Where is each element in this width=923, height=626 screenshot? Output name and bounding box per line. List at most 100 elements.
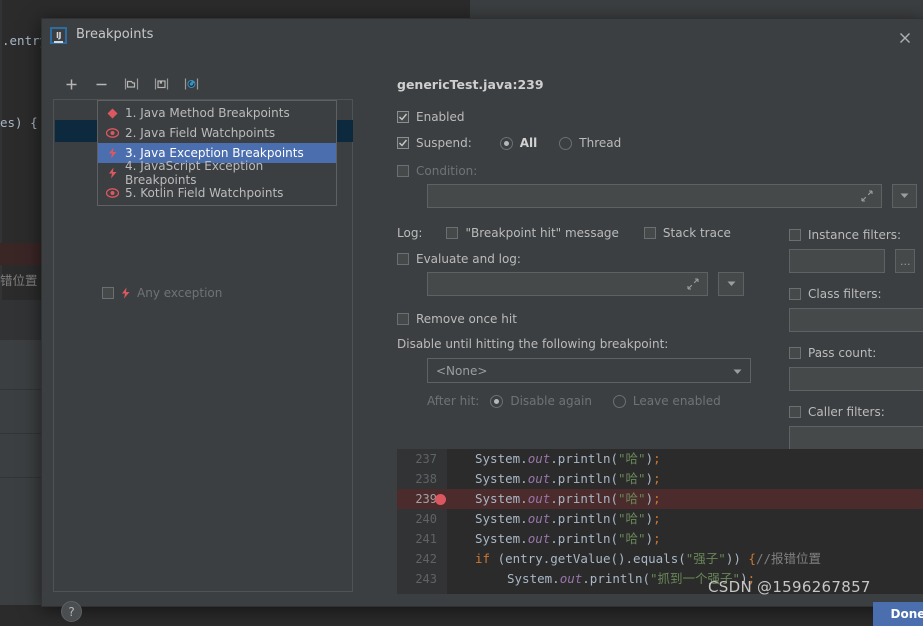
evaluate-log-checkbox[interactable] [397,253,409,265]
after-hit-leave-radio[interactable] [612,394,626,408]
breakpoints-toolbar [58,71,368,97]
evaluate-log-input[interactable] [427,272,708,296]
menu-item-label: 3. Java Exception Breakpoints [125,146,304,160]
condition-checkbox[interactable] [397,165,409,177]
breakpoint-type-popup-menu[interactable]: 1. Java Method Breakpoints 2. Java Field … [97,100,337,206]
add-breakpoint-button[interactable] [58,72,84,96]
instance-filters-label: Instance filters: [808,228,902,242]
code-line[interactable]: 240 System.out.println("哈"); [397,509,923,529]
breakpoints-dialog: IJ Breakpoints Any exception 1. Java Met… [41,18,923,626]
code-line-text: System.out.println("哈"); [475,511,661,526]
code-line[interactable]: 242 if (entry.getValue().equals("强子")) {/… [397,549,923,569]
disable-until-combobox[interactable]: <None> [427,358,751,383]
instance-filters-input[interactable] [789,249,886,273]
log-message-checkbox[interactable] [446,227,459,239]
expand-icon[interactable] [861,190,873,205]
code-line-number: 237 [415,452,437,466]
code-line-text: System.out.println("哈"); [475,471,661,486]
watermark: CSDN @1596267857 [708,578,871,596]
done-button[interactable]: Done [873,602,923,626]
after-hit-label: After hit: [427,394,480,408]
suspend-row[interactable]: Suspend: All Thread [397,136,917,150]
background-code-fragment: 错位置 [0,273,38,288]
instance-filters-checkbox[interactable] [789,229,801,241]
breakpoint-dot-icon[interactable] [435,494,446,505]
caller-filters-input[interactable] [789,426,923,450]
breakpoint-title: genericTest.java:239 [397,77,544,92]
caller-filters-checkbox[interactable] [789,406,801,418]
restore-breakpoints-button[interactable] [178,72,204,96]
menu-item-label: 2. Java Field Watchpoints [125,126,276,140]
code-line-number: 242 [415,552,437,566]
suspend-label: Suspend: [416,136,472,150]
pass-count-label: Pass count: [808,346,877,360]
help-button[interactable]: ? [61,601,82,622]
eye-icon [106,187,119,200]
lightning-icon [106,147,119,160]
eye-icon [106,127,119,140]
pass-count-field-row [789,367,923,391]
log-label: Log: [397,226,423,240]
after-hit-leave-label: Leave enabled [632,394,721,408]
any-exception-checkbox[interactable] [102,287,114,299]
enabled-checkbox[interactable] [397,111,409,123]
code-line[interactable]: 237 System.out.println("哈"); [397,449,923,469]
filters-column: Instance filters: ... Class filters: Pas… [789,228,923,450]
close-icon[interactable] [896,29,914,47]
evaluate-log-history-button[interactable] [718,272,744,296]
class-filters-checkbox[interactable] [789,288,801,300]
suspend-checkbox[interactable] [397,137,409,149]
suspend-all-radio[interactable] [499,136,513,150]
class-filters-field-row [789,308,923,332]
remove-once-hit-checkbox[interactable] [397,313,409,325]
code-line-number: 243 [415,572,437,586]
menu-item-breakpoint-type[interactable]: 4. JavaScript Exception Breakpoints [98,159,336,187]
background-code-fragment: es) { [0,115,38,130]
code-line[interactable]: 241 System.out.println("哈"); [397,529,923,549]
pass-count-input[interactable] [789,367,923,391]
suspend-all-label: All [519,136,538,150]
pass-count-checkbox[interactable] [789,347,801,359]
code-line-number: 241 [415,532,437,546]
class-filters-input[interactable] [789,308,923,332]
caller-filters-row[interactable]: Caller filters: [789,405,915,419]
condition-field-row [427,184,917,208]
after-hit-disable-label: Disable again [510,394,592,408]
class-filters-row[interactable]: Class filters: [789,287,915,301]
menu-item-label: 5. Kotlin Field Watchpoints [125,186,284,200]
remove-once-hit-label: Remove once hit [416,312,517,326]
list-item-any-exception[interactable]: Any exception [102,286,222,300]
disable-until-value: <None> [436,363,488,378]
menu-item-breakpoint-type[interactable]: 2. Java Field Watchpoints [98,123,336,143]
code-line-number: 238 [415,472,437,486]
condition-input[interactable] [427,184,883,208]
instance-filters-row[interactable]: Instance filters: [789,228,915,242]
code-line[interactable]: 239 System.out.println("哈"); [397,489,923,509]
code-line-number: 240 [415,512,437,526]
diamond-icon [106,107,119,120]
suspend-thread-radio[interactable] [559,136,573,150]
enabled-row[interactable]: Enabled [397,110,917,124]
pass-count-row[interactable]: Pass count: [789,346,915,360]
menu-item-label: 4. JavaScript Exception Breakpoints [125,159,264,187]
save-breakpoints-button[interactable] [148,72,174,96]
chevron-down-icon [733,364,742,378]
menu-item-label: 1. Java Method Breakpoints [125,106,290,120]
stack-trace-label: Stack trace [662,226,731,240]
code-line-number: 239 [415,492,437,506]
enabled-label: Enabled [416,110,465,124]
class-filters-label: Class filters: [808,287,882,301]
condition-history-button[interactable] [892,184,917,208]
expand-icon[interactable] [687,278,699,293]
evaluate-log-label: Evaluate and log: [416,252,521,266]
code-line-text: System.out.println("哈"); [475,491,661,506]
menu-item-breakpoint-type[interactable]: 1. Java Method Breakpoints [98,103,336,123]
group-breakpoints-button[interactable] [118,72,144,96]
after-hit-disable-radio[interactable] [490,394,504,408]
stack-trace-checkbox[interactable] [643,227,656,239]
instance-filters-browse-button[interactable]: ... [895,249,915,273]
remove-breakpoint-button[interactable] [88,72,114,96]
code-preview[interactable]: 237 System.out.println("哈"); 238 System.out… [397,449,923,594]
condition-row[interactable]: Condition: [397,164,917,178]
code-line[interactable]: 238 System.out.println("哈"); [397,469,923,489]
